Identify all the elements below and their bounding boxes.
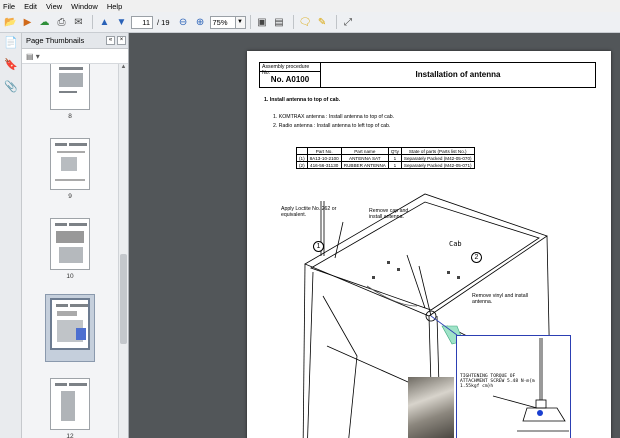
scroll-up-icon[interactable]: ▲: [119, 64, 128, 73]
thumbnail-label: 12: [66, 433, 74, 438]
thumbnail-page[interactable]: 12: [50, 378, 90, 438]
zoom-in-icon[interactable]: ⊕: [193, 15, 208, 30]
procedure-label: Assembly procedure No.: [260, 63, 320, 76]
table-cell: 8A13-10-2100: [306, 154, 342, 162]
fit-page-icon[interactable]: ▣: [255, 15, 270, 30]
thumbnail-image: [50, 378, 90, 430]
thumbnail-page[interactable]: 8: [50, 64, 90, 120]
section-heading: 1. Install antenna to top of cab.: [264, 97, 341, 103]
page-total: / 19: [157, 17, 170, 27]
instruction-line: 2. Radio antenna : Install antenna to le…: [273, 123, 391, 129]
close-panel-icon[interactable]: ×: [117, 36, 126, 45]
next-page-icon[interactable]: ▼: [114, 15, 129, 30]
thumbnail-image: [50, 138, 90, 190]
cab-label: Cab: [449, 240, 462, 248]
document-viewport[interactable]: Assembly procedure No. No. A0100 Install…: [129, 33, 620, 438]
table-header-row: Part No. Part name Q'ty State of parts (…: [296, 147, 475, 155]
remove-vinyl-callout: Remove vinyl and install antenna.: [472, 293, 528, 305]
table-row: (1) 8A13-10-2100 ANTENNA SAT 1 Separatel…: [296, 154, 475, 162]
table-cell: 416-56-31130: [306, 161, 342, 169]
table-cell: (1): [296, 154, 308, 162]
attachments-icon[interactable]: 📎: [3, 80, 19, 96]
instruction-line: 1. KOMTRAX antenna : Install antenna to …: [273, 114, 395, 120]
table-header: [296, 147, 308, 155]
table-cell: Separately Packed (M42-05-071): [400, 161, 475, 169]
torque-note: TIGHTENING TORQUE OF ATTACHMENT SCREW 5.…: [460, 374, 535, 390]
callout-marker-2: 2: [471, 252, 482, 263]
bookmarks-icon[interactable]: 🔖: [3, 58, 19, 74]
zoom-dropdown-icon[interactable]: ▼: [235, 15, 246, 29]
thumbnail-label: 9: [68, 193, 72, 200]
toolbar: 📂 ▶ ☁ ⎙ ✉ ▲ ▼ 11 / 19 ⊖ ⊕ 75% ▼ ▣ ▤ 🗨 ✎ …: [0, 12, 620, 33]
document-page: Assembly procedure No. No. A0100 Install…: [247, 51, 611, 438]
zoom-input[interactable]: 75%: [209, 15, 236, 29]
table-cell: 1: [387, 161, 402, 169]
print-icon[interactable]: ⎙: [54, 15, 69, 30]
procedure-title: Installation of antenna: [415, 70, 501, 79]
loctite-callout: Apply Loctite No. 262 or equivalent.: [281, 206, 337, 218]
thumbnail-label: 8: [68, 113, 72, 120]
menu-file[interactable]: File: [3, 2, 15, 11]
email-icon[interactable]: ✉: [71, 15, 86, 30]
toolbar-divider: [292, 15, 294, 29]
panel-title: Page Thumbnails: [26, 36, 85, 45]
thumbnail-image: [50, 64, 90, 110]
table-row: (2) 416-56-31130 RUBBER ANTENNA 1 Separa…: [296, 161, 475, 169]
comment-icon[interactable]: 🗨: [298, 15, 313, 30]
procedure-header: Assembly procedure No. No. A0100 Install…: [259, 62, 596, 88]
zoom-out-icon[interactable]: ⊖: [176, 15, 191, 30]
parts-table: Part No. Part name Q'ty State of parts (…: [296, 147, 475, 169]
table-header: Part No.: [306, 147, 342, 155]
menu-bar: File Edit View Window Help: [0, 0, 620, 12]
thumbnail-page[interactable]: 9: [50, 138, 90, 200]
table-cell: RUBBER ANTENNA: [340, 161, 389, 169]
procedure-number-cell: Assembly procedure No. No. A0100: [260, 63, 321, 87]
cloud-save-icon[interactable]: ☁: [37, 15, 52, 30]
menu-view[interactable]: View: [46, 2, 62, 11]
scroll-thumb[interactable]: [120, 254, 127, 344]
navigation-rail: 📄 🔖 📎: [0, 33, 22, 438]
thumbnail-image: [50, 218, 90, 270]
panel-header: Page Thumbnails « ×: [22, 33, 128, 49]
table-cell: ANTENNA SAT: [340, 154, 389, 162]
antenna-photo: [408, 377, 454, 438]
thumbnail-page-current[interactable]: 11: [45, 294, 95, 362]
antenna-detail-inset: TIGHTENING TORQUE OF ATTACHMENT SCREW 5.…: [456, 335, 571, 438]
sign-icon[interactable]: ✎: [315, 15, 330, 30]
menu-help[interactable]: Help: [107, 2, 122, 11]
thumbnail-label: 10: [66, 273, 74, 280]
thumbnails-panel: Page Thumbnails « × ▤ ▾ 8 9 10 12 ▲: [22, 33, 129, 438]
toolbar-divider: [249, 15, 251, 29]
table-header: Q'ty: [387, 147, 402, 155]
toolbar-divider: [92, 15, 93, 29]
table-cell: Separately Packed (M42-05-070): [400, 154, 475, 162]
create-pdf-icon[interactable]: ▶: [20, 15, 35, 30]
toolbar-divider: [335, 15, 337, 29]
previous-page-icon[interactable]: ▲: [97, 15, 112, 30]
table-cell: (2): [296, 161, 308, 169]
thumbnail-scrollbar[interactable]: ▲: [118, 64, 128, 438]
thumbnail-options-button[interactable]: ▤ ▾: [22, 49, 128, 64]
table-header: State of parts (Parts list No.): [400, 147, 475, 155]
collapse-panel-icon[interactable]: «: [106, 36, 115, 45]
remove-cap-callout: Remove cap and install antenna.: [369, 208, 409, 220]
fit-width-icon[interactable]: ▤: [272, 15, 287, 30]
thumbnail-list: 8 9 10 12: [22, 64, 118, 438]
menu-edit[interactable]: Edit: [24, 2, 37, 11]
table-cell: 1: [387, 154, 402, 162]
expand-icon[interactable]: ⤢: [341, 15, 356, 30]
thumbnail-image: [50, 298, 90, 350]
table-header: Part name: [340, 147, 389, 155]
page-number-input[interactable]: 11: [131, 15, 153, 29]
callout-marker-1: 1: [313, 241, 324, 252]
open-folder-icon[interactable]: 📂: [3, 15, 18, 30]
page-thumbnails-icon[interactable]: 📄: [3, 36, 19, 52]
thumbnail-page[interactable]: 10: [50, 218, 90, 280]
menu-window[interactable]: Window: [71, 2, 98, 11]
